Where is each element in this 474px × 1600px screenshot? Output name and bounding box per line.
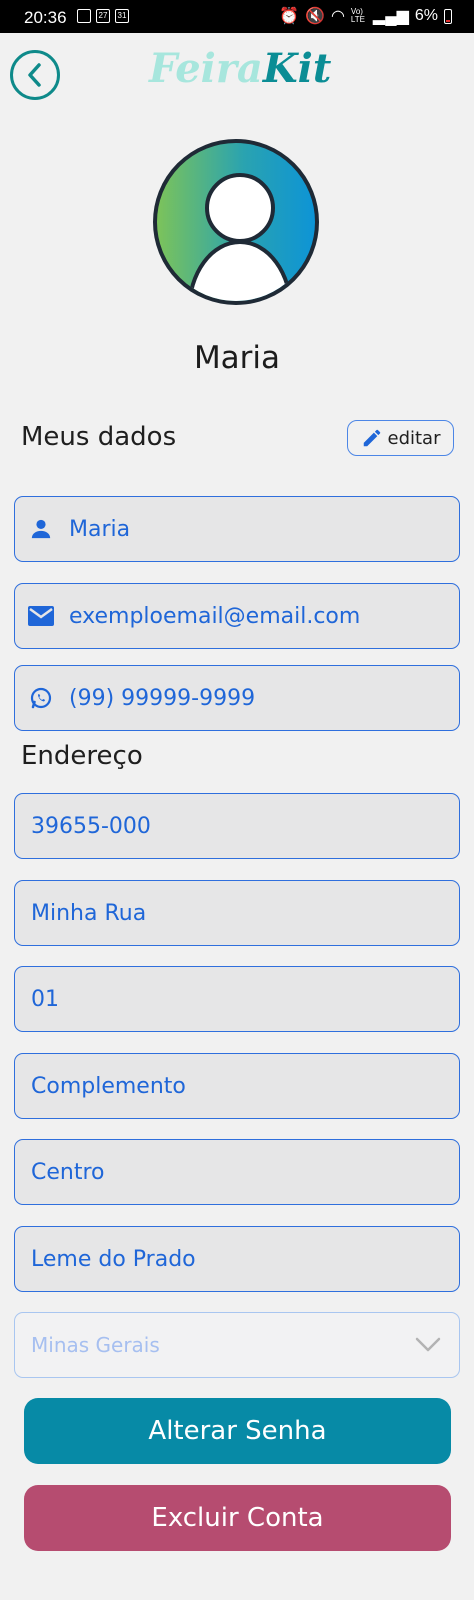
calendar-icon: 31 xyxy=(115,9,129,23)
city-field[interactable]: Leme do Prado xyxy=(14,1226,460,1292)
phone-field[interactable]: (99) 99999-9999 xyxy=(14,665,460,731)
status-right: ⏰ 🔇 ◠ Vo) LTE ▂▄▆ 6% xyxy=(279,6,452,26)
email-field[interactable]: exemploemail@email.com xyxy=(14,583,460,649)
battery-percent: 6% xyxy=(414,7,438,24)
avatar-body xyxy=(187,240,293,301)
avatar[interactable] xyxy=(153,139,319,305)
street-field[interactable]: Minha Rua xyxy=(14,880,460,946)
back-button[interactable] xyxy=(10,50,60,100)
city-value: Leme do Prado xyxy=(31,1246,196,1272)
calendar-icon: 27 xyxy=(96,9,110,23)
battery-icon xyxy=(444,8,452,24)
change-password-button[interactable]: Alterar Senha xyxy=(24,1398,451,1464)
cep-value: 39655-000 xyxy=(31,813,151,839)
profile-name: Maria xyxy=(193,340,281,376)
state-value: Minas Gerais xyxy=(31,1333,160,1357)
number-value: 01 xyxy=(31,986,59,1012)
image-icon xyxy=(77,9,91,23)
chevron-left-icon xyxy=(28,63,41,87)
edit-button[interactable]: editar xyxy=(347,420,454,456)
state-select[interactable]: Minas Gerais xyxy=(14,1312,460,1378)
alarm-icon: ⏰ xyxy=(279,8,300,25)
wifi-icon: ◠ xyxy=(330,8,345,25)
phone-value: (99) 99999-9999 xyxy=(69,685,256,711)
my-data-title: Meus dados xyxy=(21,422,177,452)
number-field[interactable]: 01 xyxy=(14,966,460,1032)
status-time: 20:36 xyxy=(24,8,67,27)
mail-icon xyxy=(28,603,54,629)
name-value: Maria xyxy=(69,516,131,542)
lte-label: Vo) LTE xyxy=(350,7,365,24)
logo-part-feira: Feira xyxy=(149,45,263,92)
mute-icon: 🔇 xyxy=(305,8,325,25)
logo-part-kit: Kit xyxy=(262,45,332,92)
whatsapp-icon xyxy=(28,685,54,711)
neighborhood-field[interactable]: Centro xyxy=(14,1139,460,1205)
person-icon xyxy=(28,516,54,542)
complement-value: Complemento xyxy=(31,1073,186,1099)
status-bar: 20:36 27 31 ⏰ 🔇 ◠ Vo) LTE ▂▄▆ 6% xyxy=(0,0,474,33)
street-value: Minha Rua xyxy=(31,900,147,926)
name-field[interactable]: Maria xyxy=(14,496,460,562)
app-logo: Feira Kit xyxy=(149,45,331,101)
notification-icons: 27 31 xyxy=(77,9,129,23)
signal-icon: ▂▄▆ xyxy=(372,8,409,25)
address-title: Endereço xyxy=(21,741,143,771)
avatar-head xyxy=(205,173,275,243)
pencil-icon xyxy=(363,429,380,447)
delete-account-button[interactable]: Excluir Conta xyxy=(24,1485,451,1551)
cep-field[interactable]: 39655-000 xyxy=(14,793,460,859)
email-value: exemploemail@email.com xyxy=(69,603,361,629)
neighborhood-value: Centro xyxy=(31,1159,105,1185)
chevron-down-icon xyxy=(415,1337,441,1352)
complement-field[interactable]: Complemento xyxy=(14,1053,460,1119)
edit-label: editar xyxy=(387,427,441,449)
